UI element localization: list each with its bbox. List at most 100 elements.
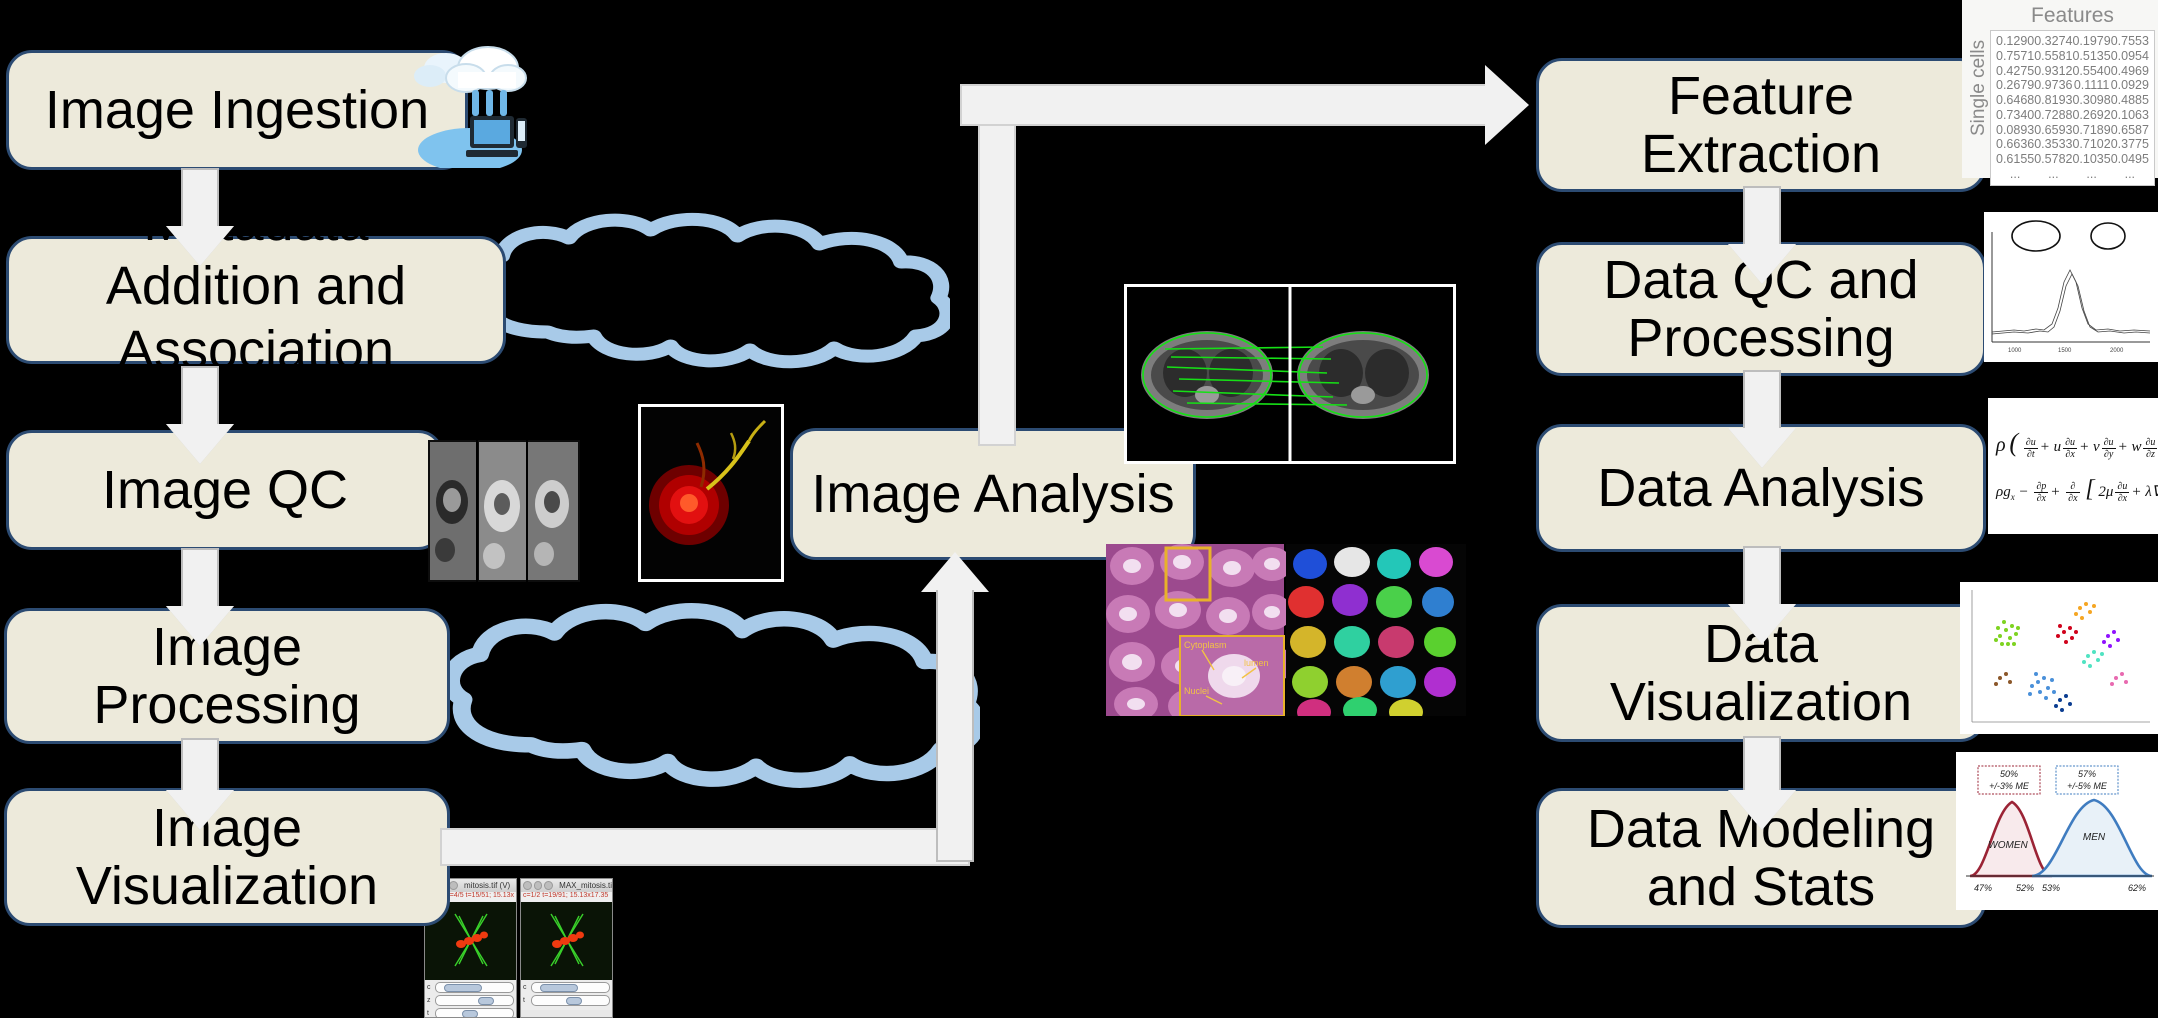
slider-label-z: z [427, 997, 431, 1004]
box-image-ingestion[interactable]: Image Ingestion [6, 50, 468, 170]
stats-men-label: MEN [2083, 832, 2106, 843]
stats-women-label: WOMEN [1988, 840, 2028, 851]
feature-table-cell: 0.7288 [2034, 107, 2073, 122]
window-minimize-icon[interactable] [533, 881, 543, 890]
feature-table-cell: 0.7102 [2072, 137, 2111, 152]
box-image-visualization-line2: Visualization [75, 856, 379, 916]
window-close-icon[interactable] [523, 881, 532, 890]
feature-table-cell: 0.4969 [2110, 63, 2149, 78]
cloud-upload-icon [400, 38, 530, 172]
window-maximize-icon[interactable] [544, 881, 554, 890]
svg-text:1000: 1000 [2008, 348, 2022, 354]
feature-table-side-label: Single cells [1968, 39, 1989, 137]
feature-table-cell: 0.0495 [2110, 152, 2149, 166]
box-metadata-line2: Addition and [105, 256, 407, 316]
feature-table-row: 0.6468 0.8193 0.3098 0.4885 [1993, 93, 2152, 108]
box-data-qc-line2: Processing [1627, 308, 1895, 368]
feature-table-row: 0.7340 0.7288 0.2692 0.1063 [1993, 108, 2152, 123]
slider-label-t: t [427, 1010, 429, 1017]
feature-table: Single cells Features 0.1290 0.3274 0.1979… [1962, 0, 2158, 186]
feature-table-cell: 0.3775 [2110, 137, 2149, 152]
feature-table-cell: 0.1035 [2072, 152, 2111, 166]
imagej-slider-t[interactable]: t [427, 1008, 514, 1017]
feature-table-cell: 0.2679 [1996, 78, 2035, 93]
svg-text:1500: 1500 [2058, 348, 2072, 354]
box-data-visualization-line2: Visualization [1609, 672, 1913, 732]
feature-table-row: 0.2679 0.9736 0.1111 0.0929 [1993, 78, 2152, 93]
feature-table-cell: 0.7340 [1996, 107, 2035, 122]
feature-table-cell: 0.5581 [2034, 48, 2073, 63]
slider-track[interactable] [435, 1008, 514, 1017]
elbow-top-horizontal [960, 65, 1529, 145]
neuron-fluorescence-thumbnail [638, 404, 784, 582]
feature-table-cell: 0.4275 [1996, 63, 2035, 78]
stats-women-value: 50% [2000, 769, 2018, 779]
feature-table-cell: 0.4885 [2110, 93, 2149, 107]
box-feature-extraction[interactable]: Feature Extraction [1536, 58, 1986, 192]
feature-table-grid: 0.1290 0.3274 0.1979 0.7553 0.7571 0.5581 0.51… [1990, 30, 2155, 186]
cloud-upper [430, 212, 950, 372]
feature-table-row: ............ [1993, 167, 2152, 182]
feature-table-cell: 0.9736 [2034, 78, 2073, 93]
stats-women-margin: +/-3% ME [1989, 781, 2030, 791]
slider-track[interactable] [531, 995, 610, 1006]
feature-table-cell: 0.0893 [1996, 122, 2035, 137]
feature-table-cell: 0.6587 [2110, 122, 2149, 137]
feature-table-cell: 0.7571 [1996, 48, 2035, 63]
histology-segmentation-thumbnail: Cytoplasm lumen Nuclei [1106, 544, 1466, 716]
imagej-window-max-mitosis[interactable]: MAX_mitosis.tif c=1/2 t=19/91; 15.13x17.… [520, 878, 613, 1018]
box-metadata-line3: Association [117, 320, 395, 380]
peak-plot-thumbnail: 1000 1500 2000 [1984, 212, 2158, 362]
slider-track[interactable] [435, 982, 514, 993]
imagej-sliders[interactable]: c t [521, 980, 612, 1010]
stats-men-margin: +/-5% ME [2067, 781, 2108, 791]
box-image-analysis-label: Image Analysis [811, 463, 1175, 524]
feature-table-cell: ... [2009, 166, 2021, 181]
stats-axis-0: 47% [1974, 883, 1992, 893]
feature-table-cell: 0.8193 [2034, 93, 2073, 107]
ct-registration-thumbnail [1124, 284, 1456, 464]
window-maximize-icon[interactable] [449, 881, 458, 890]
feature-table-cell: 0.3098 [2072, 93, 2111, 107]
slider-track[interactable] [531, 982, 610, 993]
svg-text:Nuclei: Nuclei [1184, 686, 1209, 696]
equation-thumbnail: ρ ( ∂u∂t+ u∂u∂x+ v∂u∂y+ w∂u∂z ) = ρgx − … [1988, 398, 2158, 534]
feature-table-cell: 0.6593 [2034, 122, 2073, 137]
feature-table-cell: ... [2124, 166, 2136, 181]
stats-men-value: 57% [2078, 769, 2096, 779]
box-feature-extraction-line2: Extraction [1640, 124, 1882, 184]
feature-table-cell: ... [2048, 166, 2059, 181]
feature-table-cell: 0.5135 [2072, 48, 2111, 63]
feature-table-cell: 0.2692 [2072, 107, 2111, 122]
elbow-visualization-to-analysis [440, 820, 980, 870]
box-metadata-addition[interactable]: Metadata Addition and Association [6, 193, 506, 379]
feature-table-cell: ... [2086, 166, 2097, 181]
feature-table-cell: 0.3274 [2034, 34, 2073, 48]
slider-track[interactable] [435, 995, 514, 1006]
stats-axis-1: 52% [2016, 883, 2034, 893]
workflow-diagram: Image Ingestion Metadata Addition and As… [0, 0, 2158, 1018]
slider-label-t: t [523, 997, 525, 1004]
stats-axis-2: 53% [2042, 883, 2060, 893]
imagej-slider-c[interactable]: c [523, 982, 610, 993]
slider-label-c: c [523, 984, 527, 991]
box-image-qc-label: Image QC [101, 459, 349, 520]
feature-table-cell: 0.6468 [1996, 93, 2035, 107]
feature-table-cell: 0.6636 [1996, 137, 2035, 152]
box-feature-extraction-line1: Feature [1667, 65, 1855, 126]
feature-table-cell: 0.6155 [1996, 152, 2035, 166]
feature-table-cell: 0.5782 [2034, 152, 2073, 166]
imagej-canvas [521, 902, 612, 980]
imagej-slider-c[interactable]: c [427, 982, 514, 993]
imagej-sliders[interactable]: c z t [425, 980, 516, 1017]
stats-bellcurve-thumbnail: 50% +/-3% ME 57% +/-5% ME WOMEN MEN 47% … [1956, 752, 2158, 910]
imagej-slider-t[interactable]: t [523, 995, 610, 1006]
feature-table-cell: 0.7189 [2072, 122, 2111, 137]
feature-table-cell: 0.1063 [2110, 107, 2149, 122]
feature-table-row: 0.6636 0.3533 0.7102 0.3775 [1993, 137, 2152, 152]
box-image-ingestion-label: Image Ingestion [44, 79, 430, 140]
box-image-processing-line2: Processing [93, 675, 361, 735]
imagej-slider-z[interactable]: z [427, 995, 514, 1006]
feature-table-cell: 0.0954 [2110, 48, 2149, 63]
feature-table-row: 0.0893 0.6593 0.7189 0.6587 [1993, 123, 2152, 138]
